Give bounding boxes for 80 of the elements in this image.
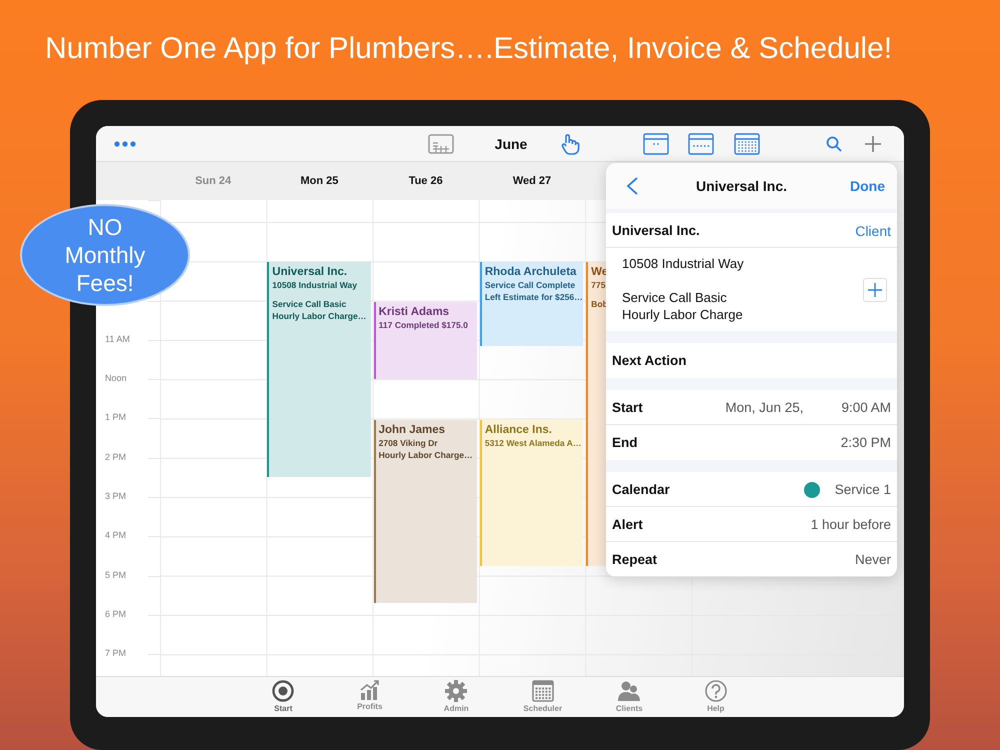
client-link[interactable]: Client [855, 222, 891, 238]
field-label: End [612, 435, 638, 450]
time-label: 2 PM [105, 452, 126, 463]
help-icon [704, 680, 727, 702]
event-detail: 775 [591, 280, 606, 292]
day-label: Sun 24 [194, 175, 232, 187]
week-view-icon[interactable] [688, 132, 714, 154]
event-detail: Hourly Labor Charge… [378, 450, 473, 460]
field-label: Alert [612, 517, 643, 532]
add-icon[interactable] [865, 136, 881, 152]
event-title: Rhoda Archuleta [484, 265, 578, 280]
day-label: Mon 25 [299, 175, 340, 187]
field-label: Calendar [612, 482, 670, 497]
field-label: Next Action [612, 353, 687, 368]
more-icon[interactable] [114, 140, 136, 146]
event-block[interactable]: Kristi Adams 117 Completed $175.0 [374, 302, 477, 380]
gear-icon [445, 680, 468, 702]
event-detail: 5312 West Alameda A… [484, 438, 580, 448]
event-detail: 117 Completed $175.0 [378, 320, 468, 331]
event-note: Service Call Basic [272, 299, 348, 310]
calendar-icon [532, 680, 554, 702]
promo-text: Fees! [76, 269, 134, 297]
tab-item[interactable]: Clients [586, 677, 672, 717]
date-value[interactable]: Mon, Jun 25, [725, 400, 804, 415]
done-button[interactable]: Done [845, 178, 885, 194]
line-item: Hourly Labor Charge [622, 306, 744, 323]
event-detail: Service Call Complete [484, 280, 576, 292]
address-text: 10508 Industrial Way [622, 256, 745, 272]
headline: Number One App for Plumbers….Estimate, Invoice & Schedule! [45, 31, 894, 67]
setting-value[interactable]: 1 hour before [810, 517, 891, 532]
time-label: 5 PM [105, 570, 126, 581]
tab-item[interactable]: Profits [326, 677, 413, 717]
day-label: Tue 26 [408, 175, 444, 187]
search-icon[interactable] [826, 136, 842, 152]
event-title: John James [378, 422, 446, 436]
tab-item[interactable]: Admin [413, 677, 500, 717]
time-label: 1 PM [105, 412, 126, 424]
setting-value[interactable]: Never [854, 552, 891, 567]
event-detail: Left Estimate for $256… [484, 292, 580, 304]
time-label: Noon [105, 373, 127, 384]
tab-item[interactable]: Scheduler [500, 677, 586, 717]
target-icon [272, 680, 294, 702]
month-title: June [494, 136, 528, 152]
time-value[interactable]: 9:00 AM [841, 400, 891, 415]
event-block[interactable]: Universal Inc. 10508 Industrial Way Service Call Basic Hourly Labor Charge… [267, 262, 371, 478]
add-icon [868, 282, 882, 296]
month-view-icon[interactable] [734, 132, 760, 154]
event-detail: 10508 Industrial Way [272, 280, 358, 292]
time-label: 6 PM [105, 608, 126, 620]
time-label: 4 PM [105, 530, 126, 542]
hand-pointer-icon[interactable] [560, 132, 580, 154]
event-block[interactable]: John James 2708 Viking Dr Hourly Labor Charge… [374, 420, 477, 604]
event-title: Universal Inc. [272, 265, 348, 280]
field-label: Universal Inc. [612, 223, 700, 238]
line-item: Service Call Basic [622, 289, 728, 306]
field-label: Repeat [612, 552, 658, 567]
bar-chart-icon [358, 680, 381, 700]
field-label: Start [612, 400, 643, 415]
event-block[interactable]: Alliance Ins. 5312 West Alameda A… [480, 420, 584, 566]
time-value[interactable]: 2:30 PM [840, 435, 891, 450]
event-block[interactable]: Rhoda Archuleta Service Call Complete Left Estimate for $256… [480, 262, 584, 346]
day-view-icon[interactable] [643, 132, 669, 154]
promo-text: NO [88, 213, 122, 241]
time-label: 3 PM [105, 491, 126, 502]
promo-text: Monthly [64, 241, 146, 269]
time-label: 11 AM [105, 334, 130, 345]
event-note: Hourly Labor Charge… [272, 311, 366, 322]
popover-title: Universal Inc. [694, 178, 788, 194]
event-title: Alliance Ins. [484, 422, 553, 436]
add-item-button[interactable] [863, 278, 887, 302]
people-icon [617, 680, 642, 702]
back-icon[interactable] [626, 177, 638, 195]
setting-value[interactable]: Service 1 [834, 482, 891, 497]
day-label: Wed 27 [512, 175, 552, 187]
time-label: 7 PM [105, 648, 126, 660]
tab-item[interactable]: Help [672, 677, 759, 717]
event-detail: 2708 Viking Dr [378, 438, 439, 448]
event-title: Kristi Adams [378, 304, 450, 319]
calendar-icon[interactable] [428, 134, 454, 154]
tab-item[interactable]: Start [240, 677, 326, 717]
